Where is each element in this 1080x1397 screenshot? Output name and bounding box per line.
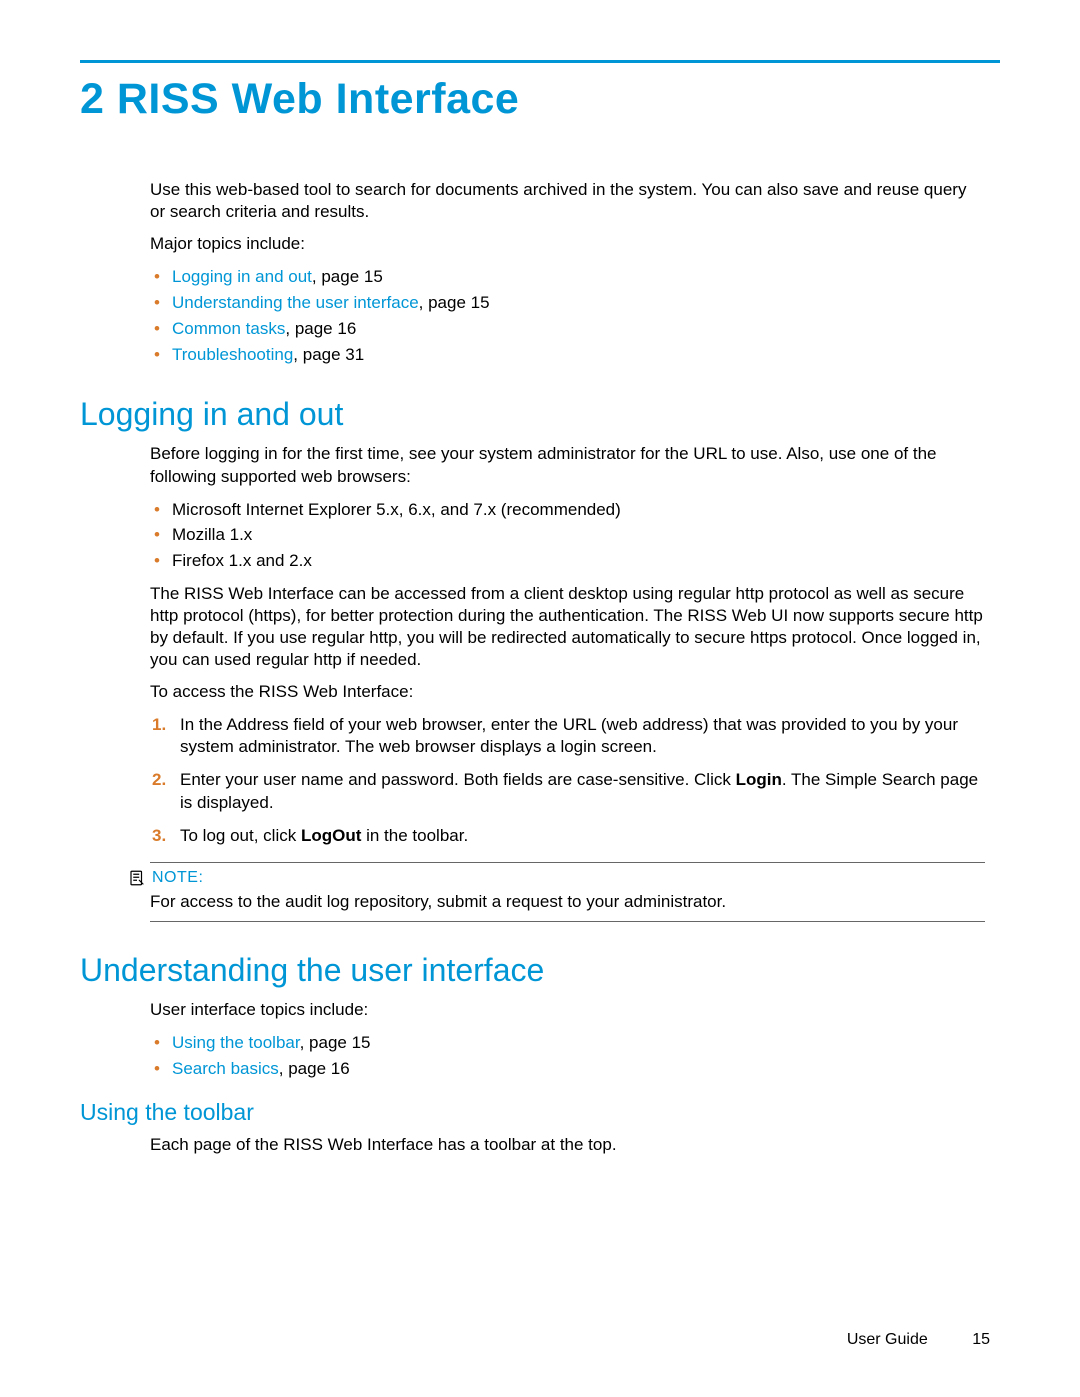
topic-link[interactable]: Understanding the user interface xyxy=(172,293,419,312)
bold-login: Login xyxy=(736,770,782,789)
logging-paragraph: The RISS Web Interface can be accessed f… xyxy=(150,583,985,671)
note-block: NOTE: For access to the audit log reposi… xyxy=(150,862,985,922)
step-text: To log out, click xyxy=(180,826,301,845)
list-item: Common tasks, page 16 xyxy=(150,317,985,341)
topic-link[interactable]: Logging in and out xyxy=(172,267,312,286)
understanding-topic-list: Using the toolbar, page 15 Search basics… xyxy=(150,1031,985,1081)
logging-section: Logging in and out Before logging in for… xyxy=(150,396,985,922)
section-heading-logging: Logging in and out xyxy=(80,396,985,433)
logging-paragraph: Before logging in for the first time, se… xyxy=(150,443,985,487)
section-heading-understanding: Understanding the user interface xyxy=(80,952,985,989)
note-header: NOTE: xyxy=(128,869,985,887)
list-item: Microsoft Internet Explorer 5.x, 6.x, an… xyxy=(150,498,985,522)
list-item: Using the toolbar, page 15 xyxy=(150,1031,985,1055)
topic-link[interactable]: Search basics xyxy=(172,1059,279,1078)
topic-suffix: , page 15 xyxy=(300,1033,371,1052)
topic-suffix: , page 15 xyxy=(419,293,490,312)
browser-list: Microsoft Internet Explorer 5.x, 6.x, an… xyxy=(150,498,985,573)
chapter-rule xyxy=(80,60,1000,63)
understanding-paragraph: User interface topics include: xyxy=(150,999,985,1021)
topic-link[interactable]: Using the toolbar xyxy=(172,1033,300,1052)
topic-suffix: , page 31 xyxy=(293,345,364,364)
chapter-title: 2 RISS Web Interface xyxy=(80,75,1000,124)
note-rule-top xyxy=(150,862,985,863)
page-footer: User Guide 15 xyxy=(847,1331,990,1349)
list-item: Firefox 1.x and 2.x xyxy=(150,549,985,573)
intro-paragraph: Use this web-based tool to search for do… xyxy=(150,179,985,223)
note-rule-bottom xyxy=(150,921,985,922)
step-item: Enter your user name and password. Both … xyxy=(150,769,985,815)
toolbar-paragraph: Each page of the RISS Web Interface has … xyxy=(150,1134,985,1156)
step-text: in the toolbar. xyxy=(361,826,468,845)
footer-page-number: 15 xyxy=(972,1331,990,1349)
list-item: Mozilla 1.x xyxy=(150,523,985,547)
note-text: For access to the audit log repository, … xyxy=(150,891,985,913)
footer-guide-label: User Guide xyxy=(847,1331,928,1348)
understanding-section: Understanding the user interface User in… xyxy=(150,952,985,1156)
page: 2 RISS Web Interface Use this web-based … xyxy=(0,0,1080,1397)
intro-topic-list: Logging in and out, page 15 Understandin… xyxy=(150,265,985,366)
topic-link[interactable]: Troubleshooting xyxy=(172,345,293,364)
list-item: Search basics, page 16 xyxy=(150,1057,985,1081)
subsection-heading-toolbar: Using the toolbar xyxy=(80,1099,985,1126)
list-item: Logging in and out, page 15 xyxy=(150,265,985,289)
list-item: Understanding the user interface, page 1… xyxy=(150,291,985,315)
topic-suffix: , page 15 xyxy=(312,267,383,286)
bold-logout: LogOut xyxy=(301,826,361,845)
logging-paragraph: To access the RISS Web Interface: xyxy=(150,681,985,703)
list-item: Troubleshooting, page 31 xyxy=(150,343,985,367)
step-text: Enter your user name and password. Both … xyxy=(180,770,736,789)
topic-suffix: , page 16 xyxy=(279,1059,350,1078)
topic-suffix: , page 16 xyxy=(285,319,356,338)
step-item: To log out, click LogOut in the toolbar. xyxy=(150,825,985,848)
intro-topics-lead: Major topics include: xyxy=(150,233,985,255)
note-label: NOTE: xyxy=(152,869,203,887)
intro-block: Use this web-based tool to search for do… xyxy=(150,179,985,366)
access-steps: In the Address field of your web browser… xyxy=(150,714,985,849)
step-item: In the Address field of your web browser… xyxy=(150,714,985,760)
note-icon xyxy=(128,869,146,887)
topic-link[interactable]: Common tasks xyxy=(172,319,285,338)
